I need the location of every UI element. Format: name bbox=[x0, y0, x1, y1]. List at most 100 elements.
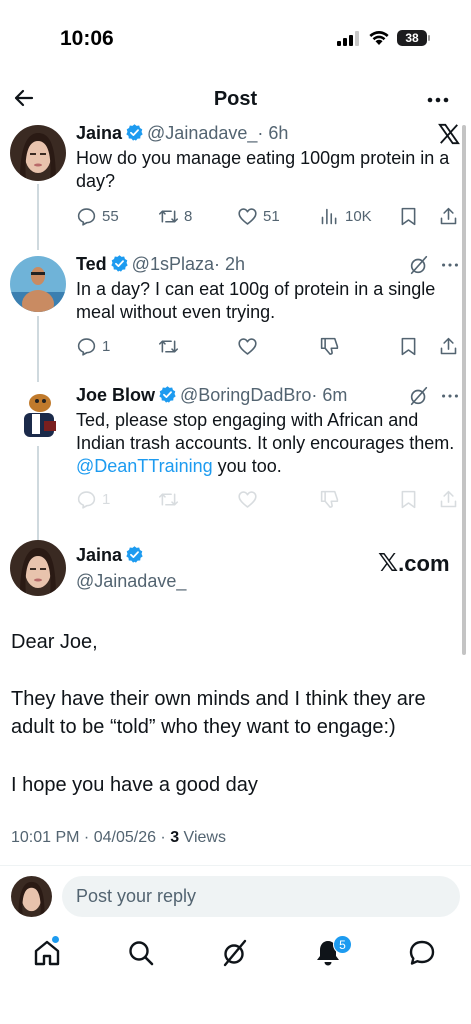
post-body-paragraph: I hope you have a good day bbox=[11, 774, 258, 796]
avatar[interactable] bbox=[10, 387, 66, 443]
verified-icon bbox=[126, 546, 143, 563]
repost-icon bbox=[158, 209, 179, 223]
tweet-text-part: you too. bbox=[212, 456, 282, 476]
share-icon bbox=[440, 490, 457, 507]
battery-indicator: 38 bbox=[397, 30, 427, 46]
bookmark-button[interactable] bbox=[398, 204, 419, 228]
like-count: 51 bbox=[263, 207, 280, 225]
post-body-paragraph: They have their own minds and I think th… bbox=[11, 688, 426, 738]
views-count: 3 bbox=[170, 829, 180, 846]
reply-icon bbox=[77, 337, 96, 356]
like-button[interactable] bbox=[237, 487, 258, 511]
display-name[interactable]: Ted bbox=[76, 254, 107, 274]
repost-button[interactable]: 8 bbox=[158, 204, 192, 228]
main-avatar[interactable] bbox=[10, 540, 66, 596]
grok-icon[interactable] bbox=[220, 938, 250, 968]
user-handle[interactable]: @Jainadave_ bbox=[147, 123, 257, 143]
like-button[interactable]: 51 bbox=[237, 204, 280, 228]
like-button[interactable] bbox=[237, 334, 258, 358]
tweet-text: How do you manage eating 100gm protein i… bbox=[76, 148, 450, 191]
reply-input[interactable] bbox=[62, 876, 460, 917]
repost-icon bbox=[158, 492, 179, 506]
display-name[interactable]: Jaina bbox=[76, 545, 122, 565]
tweet-jaina[interactable]: Jaina @Jainadave_· 6h How do you manage e… bbox=[0, 123, 471, 233]
messages-icon[interactable] bbox=[407, 938, 437, 968]
wifi-icon bbox=[369, 31, 389, 45]
more-icon[interactable] bbox=[426, 88, 450, 112]
post-time: · 6m bbox=[311, 385, 348, 405]
grok-icon[interactable] bbox=[408, 385, 430, 407]
reply-icon bbox=[77, 490, 96, 509]
status-time: 10:06 bbox=[60, 27, 114, 50]
like-icon bbox=[238, 490, 257, 508]
more-icon[interactable] bbox=[439, 254, 461, 276]
tweet-ted[interactable]: Ted @1sPlaza· 2h In a day? I can eat 100g… bbox=[0, 254, 471, 364]
verified-icon bbox=[126, 124, 143, 141]
mention-link[interactable]: @DeanTTraining bbox=[76, 456, 213, 476]
divider bbox=[0, 865, 471, 866]
reply-count: 55 bbox=[102, 207, 119, 225]
share-button[interactable] bbox=[438, 204, 459, 228]
share-button[interactable] bbox=[438, 487, 459, 511]
bookmark-icon bbox=[401, 337, 416, 355]
post-meta: 10:01 PM · 04/05/26 · 3 Views bbox=[11, 829, 226, 847]
dislike-button[interactable] bbox=[319, 487, 340, 511]
tweet-joe-blow[interactable]: Joe Blow @BoringDadBro· 6m Ted, please st… bbox=[0, 385, 471, 515]
reply-button[interactable]: 1 bbox=[76, 334, 110, 358]
reply-icon bbox=[77, 207, 96, 226]
more-icon[interactable] bbox=[439, 385, 461, 407]
repost-button[interactable] bbox=[158, 334, 179, 358]
cellular-signal-icon bbox=[337, 31, 359, 46]
views-button[interactable]: 10K bbox=[319, 204, 372, 228]
battery-cap bbox=[428, 35, 430, 41]
repost-icon bbox=[158, 339, 179, 353]
status-bar: 10:06 38 bbox=[0, 0, 471, 78]
dislike-button[interactable] bbox=[319, 334, 340, 358]
share-icon bbox=[440, 337, 457, 354]
like-icon bbox=[238, 207, 257, 225]
like-icon bbox=[238, 337, 257, 355]
tweet-text: Ted, please stop engaging with African a… bbox=[76, 409, 458, 478]
user-handle[interactable]: @1sPlaza bbox=[132, 254, 214, 274]
user-handle[interactable]: @Jainadave_ bbox=[76, 571, 186, 592]
notifications-badge: 5 bbox=[333, 935, 352, 954]
avatar[interactable] bbox=[10, 125, 66, 181]
bookmark-button[interactable] bbox=[398, 334, 419, 358]
tweet-header: Joe Blow @BoringDadBro· 6m bbox=[76, 385, 347, 409]
x-com-watermark: 𝕏.com bbox=[378, 548, 450, 578]
post-header: Post bbox=[0, 80, 471, 118]
repost-button[interactable] bbox=[158, 487, 179, 511]
home-icon[interactable] bbox=[32, 938, 62, 968]
views-icon bbox=[321, 208, 337, 224]
x-logo-icon bbox=[438, 123, 460, 145]
tweet-text: In a day? I can eat 100g of protein in a… bbox=[76, 279, 436, 322]
bookmark-icon bbox=[401, 490, 416, 508]
tweet-header: Ted @1sPlaza· 2h bbox=[76, 254, 245, 278]
dislike-icon bbox=[320, 337, 339, 355]
share-icon bbox=[440, 207, 457, 224]
user-handle[interactable]: @BoringDadBro bbox=[180, 385, 311, 405]
post-body-paragraph: Dear Joe, bbox=[11, 631, 98, 653]
bookmark-icon bbox=[401, 207, 416, 225]
share-button[interactable] bbox=[438, 334, 459, 358]
avatar[interactable] bbox=[10, 256, 66, 312]
tweet-actions: 1 bbox=[76, 334, 461, 358]
views-label: Views bbox=[179, 829, 226, 846]
tweet-actions: 55 8 51 10K bbox=[76, 204, 461, 228]
x-com-text: .com bbox=[398, 551, 450, 576]
bookmark-button[interactable] bbox=[398, 487, 419, 511]
reply-avatar bbox=[11, 876, 52, 917]
search-icon[interactable] bbox=[126, 938, 156, 968]
tweet-header: Jaina @Jainadave_· 6h bbox=[76, 123, 288, 147]
grok-icon[interactable] bbox=[408, 254, 430, 276]
post-time: · 2h bbox=[213, 254, 246, 274]
post-timestamp: 10:01 PM · 04/05/26 · bbox=[11, 829, 171, 846]
main-author: Jaina bbox=[76, 545, 147, 566]
reply-button[interactable]: 55 bbox=[76, 204, 119, 228]
reply-button[interactable]: 1 bbox=[76, 487, 110, 511]
page-title: Post bbox=[213, 88, 258, 110]
views-count: 10K bbox=[345, 207, 372, 225]
display-name[interactable]: Jaina bbox=[76, 123, 122, 143]
home-unread-dot bbox=[52, 936, 59, 943]
display-name[interactable]: Joe Blow bbox=[76, 385, 155, 405]
